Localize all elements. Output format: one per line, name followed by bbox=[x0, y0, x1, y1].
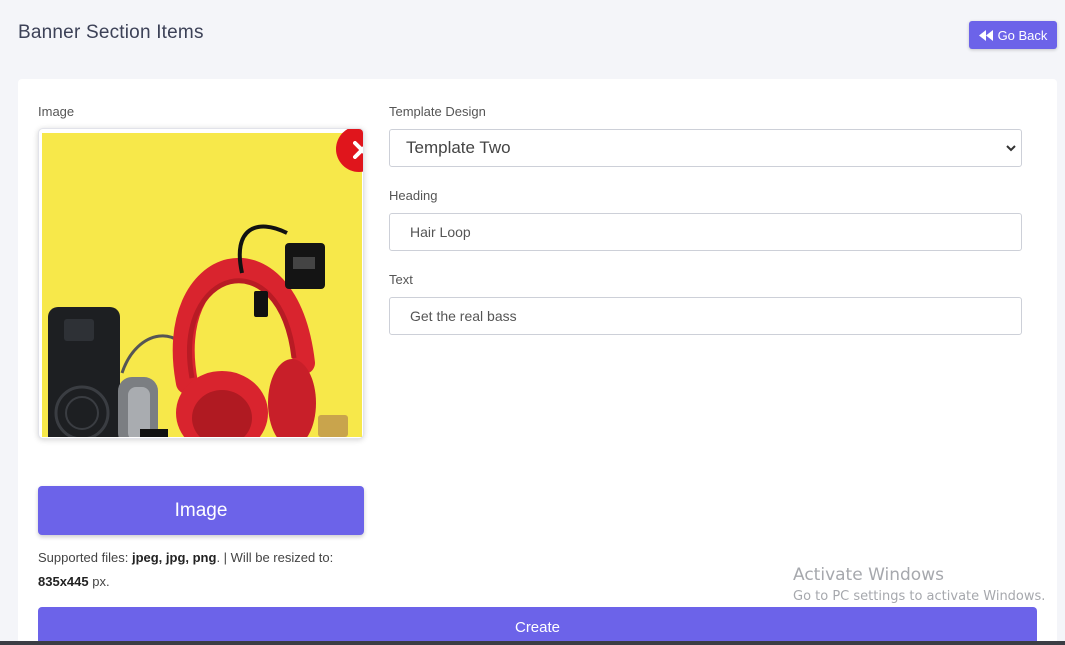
resize-note: . | Will be resized to: bbox=[216, 550, 334, 565]
windows-activation-watermark: Activate Windows Go to PC settings to ac… bbox=[793, 565, 1045, 604]
text-label: Text bbox=[389, 272, 413, 287]
image-preview bbox=[38, 128, 364, 439]
chevron-down-icon bbox=[1006, 145, 1016, 152]
banner-image bbox=[42, 133, 362, 437]
rewind-icon bbox=[978, 29, 993, 41]
heading-label: Heading bbox=[389, 188, 438, 203]
taskbar-edge bbox=[0, 641, 1065, 645]
supported-types: jpeg, jpg, png bbox=[131, 550, 217, 565]
heading-input[interactable]: Hair Loop bbox=[389, 213, 1022, 251]
watermark-subtitle: Go to PC settings to activate Windows. bbox=[793, 589, 1046, 604]
image-label: Image bbox=[38, 104, 75, 119]
go-back-button[interactable]: Go Back bbox=[969, 21, 1057, 49]
template-design-label: Template Design bbox=[389, 104, 486, 119]
supported-prefix: Supported files: bbox=[38, 550, 132, 565]
text-value: Get the real bass bbox=[410, 308, 517, 324]
resize-unit: px. bbox=[88, 574, 110, 589]
template-selected-value: Template Two bbox=[406, 138, 511, 157]
text-input[interactable]: Get the real bass bbox=[389, 297, 1022, 335]
heading-value: Hair Loop bbox=[410, 224, 471, 240]
resize-dimensions: 835x445 bbox=[38, 574, 89, 589]
watermark-title: Activate Windows bbox=[793, 565, 944, 585]
template-design-select[interactable]: Template Two bbox=[389, 129, 1022, 167]
page-title: Banner Section Items bbox=[18, 22, 204, 43]
create-button[interactable]: Create bbox=[38, 607, 1037, 645]
headphones-product-image bbox=[42, 133, 362, 437]
supported-files-hint: Supported files: jpeg, jpg, png. | Will … bbox=[38, 546, 373, 594]
go-back-label: Go Back bbox=[997, 27, 1048, 43]
form-card: Image Image Supported files: jpeg, jpg, … bbox=[18, 79, 1057, 645]
image-upload-button[interactable]: Image bbox=[38, 486, 364, 535]
close-icon bbox=[353, 141, 363, 159]
page: Banner Section Items Go Back Image Image… bbox=[0, 0, 1065, 645]
